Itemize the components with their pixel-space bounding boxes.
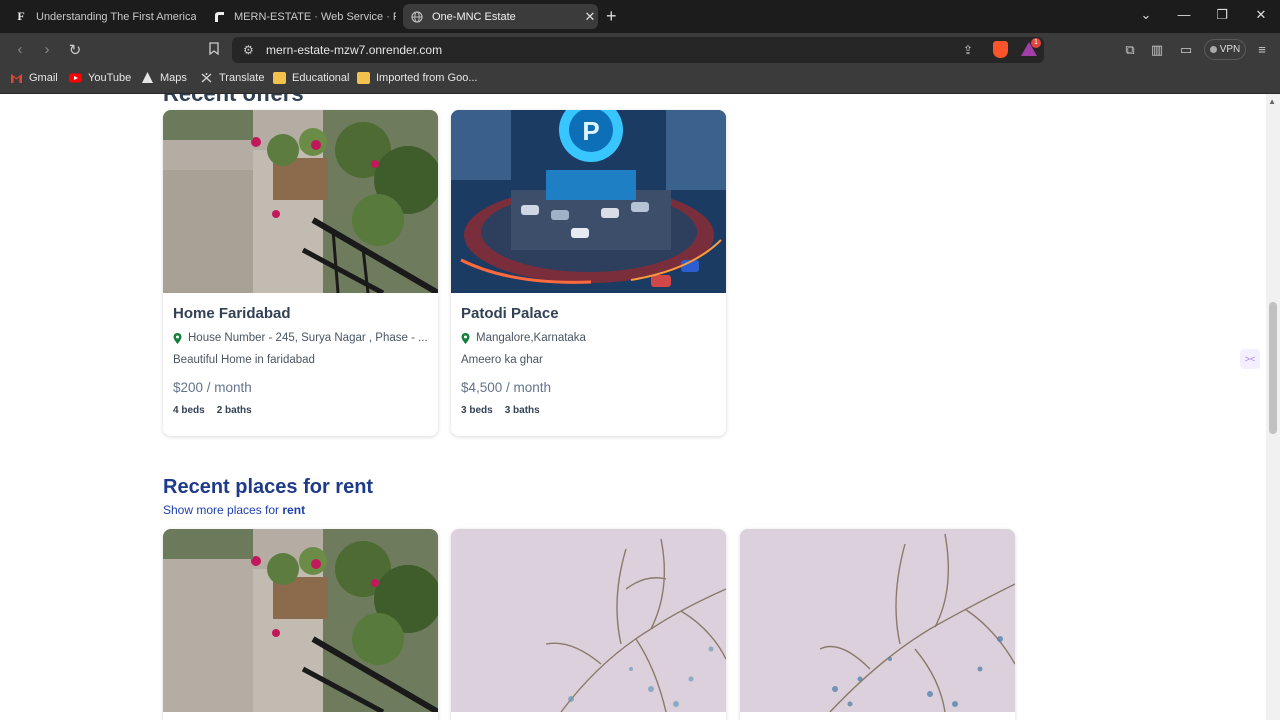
show-more-prefix: Show more places for — [163, 503, 283, 517]
bookmark-maps[interactable]: Maps — [141, 72, 187, 84]
bookmarks-bar: Gmail YouTube Maps Translate Educational… — [0, 67, 1280, 94]
sidebar-icon[interactable]: ▥ — [1149, 42, 1165, 58]
tab-understanding[interactable]: F Understanding The First American Fi — [8, 4, 196, 29]
maximize-icon[interactable]: ❐ — [1212, 7, 1232, 23]
listing-card[interactable]: Home Faridabad House Number - 245, Surya… — [163, 110, 438, 436]
listing-description: Ameero ka ghar — [461, 354, 543, 366]
bookmark-label: Translate — [219, 72, 265, 84]
scroll-up-arrow-icon[interactable]: ▲ — [1268, 97, 1276, 106]
show-more-bold: rent — [282, 503, 306, 517]
bookmark-label: Maps — [160, 72, 187, 84]
bookmark-label: Educational — [292, 72, 350, 84]
listing-beds: 3 beds — [461, 405, 493, 416]
notification-badge: 1 — [1031, 38, 1041, 48]
bookmark-translate[interactable]: Translate — [200, 72, 264, 84]
tab-title: Understanding The First American Fi — [36, 10, 196, 23]
close-window-icon[interactable]: ✕ — [1251, 7, 1271, 23]
location-pin-icon — [461, 332, 470, 344]
vpn-label: VPN — [1219, 44, 1241, 55]
bookmark-label: YouTube — [88, 72, 132, 84]
listing-baths: 3 baths — [504, 405, 540, 416]
bookmark-imported[interactable]: Imported from Goo... — [357, 72, 477, 84]
youtube-icon — [69, 73, 82, 83]
browser-toolbar: ‹ › ↻ ⚙ mern-estate-mzw7.onrender.com ⇪ … — [0, 33, 1280, 67]
bookmark-youtube[interactable]: YouTube — [69, 72, 131, 84]
share-icon[interactable]: ⇪ — [963, 43, 973, 57]
listing-address: House Number - 245, Surya Nagar , Phase … — [173, 332, 428, 344]
listing-card[interactable]: P Patodi Palace Mangalore,Karnataka Amee… — [451, 110, 726, 436]
extensions-icon[interactable]: ⧉ — [1122, 42, 1138, 58]
brave-shields-icon[interactable] — [993, 41, 1008, 58]
bookmark-gmail[interactable]: Gmail — [10, 72, 58, 84]
tab-title: One-MNC Estate — [432, 10, 516, 23]
minimize-icon[interactable]: — — [1174, 7, 1194, 22]
listing-name: Home Faridabad — [173, 305, 291, 322]
tab-favicon-f: F — [17, 9, 25, 23]
listing-card[interactable] — [163, 529, 438, 720]
extension-float-icon[interactable]: >< — [1240, 349, 1260, 369]
listing-price: $200 / month — [173, 380, 252, 395]
listing-address-text: Mangalore,Karnataka — [476, 332, 586, 344]
vpn-button[interactable]: VPN — [1204, 39, 1246, 60]
tab-one-mnc-estate[interactable]: One-MNC Estate ✕ — [403, 4, 598, 29]
bookmark-label: Imported from Goo... — [376, 72, 478, 84]
address-bar[interactable]: ⚙ mern-estate-mzw7.onrender.com ⇪ 1 — [232, 37, 1044, 63]
offers-heading: Recent offers — [163, 94, 304, 107]
maps-icon — [142, 72, 153, 83]
gmail-icon — [11, 74, 22, 83]
close-tab-icon[interactable]: ✕ — [582, 9, 598, 25]
listing-image[interactable] — [163, 529, 438, 712]
listing-price: $4,500 / month — [461, 380, 552, 395]
bookmark-icon[interactable] — [205, 42, 223, 58]
scrollbar-thumb[interactable] — [1269, 302, 1277, 434]
reload-icon[interactable]: ↻ — [66, 41, 84, 59]
folder-icon — [273, 72, 286, 84]
tab-title: MERN-ESTATE · Web Service · Rend — [234, 10, 396, 23]
listing-image[interactable] — [740, 529, 1015, 712]
tab-search-chevron-icon[interactable]: ⌄ — [1136, 7, 1156, 23]
listing-card[interactable] — [451, 529, 726, 720]
wallet-icon[interactable]: ▭ — [1178, 42, 1194, 58]
site-settings-icon[interactable]: ⚙ — [243, 43, 254, 57]
forward-icon[interactable]: › — [38, 41, 56, 58]
listing-image[interactable] — [451, 529, 726, 712]
globe-icon — [410, 10, 424, 24]
bookmark-label: Gmail — [29, 72, 58, 84]
listing-image[interactable] — [163, 110, 438, 293]
menu-icon[interactable]: ≡ — [1254, 42, 1270, 57]
render-icon — [212, 10, 226, 24]
rent-section-title: Recent places for rent — [163, 476, 374, 498]
listing-card[interactable] — [740, 529, 1015, 720]
page-content: Recent offers — [0, 94, 1266, 720]
new-tab-icon[interactable]: + — [606, 7, 617, 25]
listing-address: Mangalore,Karnataka — [461, 332, 716, 344]
translate-icon — [201, 73, 212, 83]
listing-description: Beautiful Home in faridabad — [173, 354, 315, 366]
svg-text:P: P — [582, 116, 599, 146]
tab-mern-estate[interactable]: MERN-ESTATE · Web Service · Rend — [206, 4, 396, 29]
listing-image[interactable]: P — [451, 110, 726, 293]
bookmark-educational[interactable]: Educational — [273, 72, 350, 84]
listing-baths: 2 baths — [216, 405, 252, 416]
tab-bar: F Understanding The First American Fi ME… — [0, 0, 1280, 33]
listing-address-text: House Number - 245, Surya Nagar , Phase … — [188, 332, 428, 344]
listing-name: Patodi Palace — [461, 305, 559, 322]
show-more-rent-link[interactable]: Show more places for rent — [163, 503, 305, 517]
url-text: mern-estate-mzw7.onrender.com — [266, 43, 443, 57]
vpn-status-icon — [1209, 46, 1217, 53]
folder-icon — [357, 72, 370, 84]
listing-beds: 4 beds — [173, 405, 205, 416]
location-pin-icon — [173, 332, 182, 344]
back-icon[interactable]: ‹ — [11, 41, 29, 58]
